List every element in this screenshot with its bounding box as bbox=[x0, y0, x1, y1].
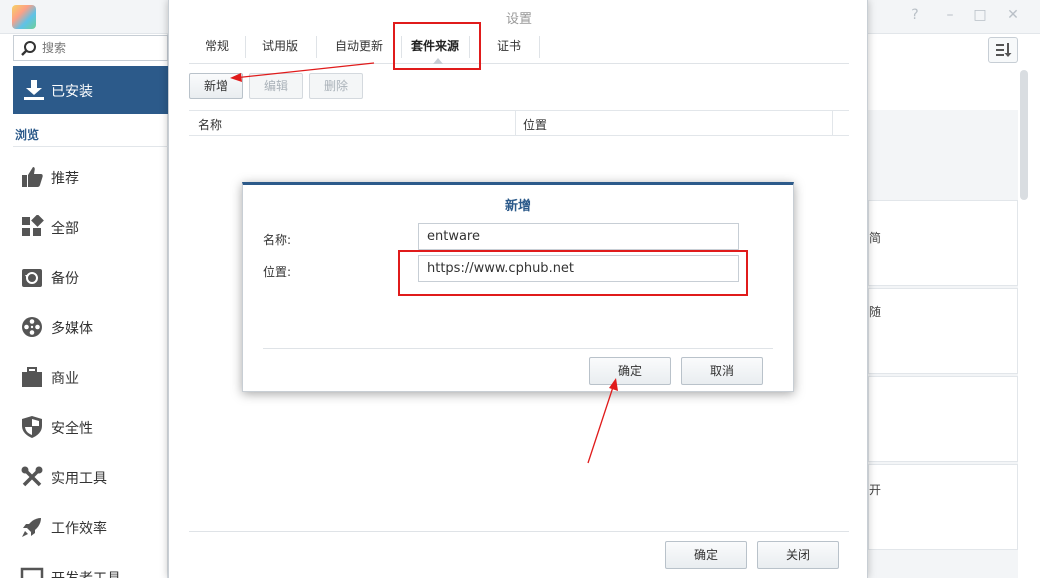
list-item[interactable]: 随 bbox=[868, 288, 1018, 374]
sources-table-header: 名称 位置 bbox=[189, 110, 849, 136]
list-item[interactable]: 开 bbox=[868, 464, 1018, 550]
rocket-icon bbox=[22, 518, 41, 537]
name-label: 名称: bbox=[263, 233, 292, 247]
search-icon bbox=[21, 41, 36, 56]
sidebar-item-label: 实用工具 bbox=[51, 471, 107, 487]
browse-section-label: 浏览 bbox=[15, 128, 40, 142]
briefcase-icon bbox=[22, 367, 42, 387]
name-field[interactable] bbox=[418, 223, 739, 250]
film-reel-icon bbox=[22, 317, 42, 337]
sidebar-item-backup[interactable]: 备份 bbox=[20, 262, 168, 292]
window-title: 设置 bbox=[505, 12, 532, 27]
sidebar-item-label: 开发者工具 bbox=[51, 568, 121, 578]
tab-separator bbox=[316, 36, 317, 58]
thumbs-up-icon bbox=[22, 167, 43, 187]
sidebar-item-business[interactable]: 商业 bbox=[20, 362, 168, 392]
delete-button[interactable]: 删除 bbox=[309, 73, 363, 99]
list-item[interactable]: 简 bbox=[868, 200, 1018, 286]
divider bbox=[263, 348, 773, 349]
highlight-box-location-field bbox=[398, 250, 748, 296]
maximize-icon[interactable]: □ bbox=[970, 7, 990, 23]
sort-icon bbox=[996, 43, 1012, 57]
package-description-fragment: 简 bbox=[869, 231, 882, 245]
sidebar-item-label: 已安装 bbox=[51, 84, 93, 100]
wrench-icon bbox=[21, 466, 43, 487]
column-divider bbox=[515, 111, 516, 135]
sidebar-item-security[interactable]: 安全性 bbox=[20, 412, 168, 442]
sidebar-item-installed[interactable]: 已安装 bbox=[13, 66, 168, 114]
sidebar-item-all[interactable]: 全部 bbox=[20, 212, 168, 242]
tab-trial[interactable]: 试用版 bbox=[251, 30, 309, 63]
sidebar-item-recommended[interactable]: 推荐 bbox=[20, 162, 168, 192]
settings-ok-button[interactable]: 确定 bbox=[665, 541, 747, 569]
tab-separator bbox=[245, 36, 246, 58]
column-divider bbox=[832, 111, 833, 135]
tab-general[interactable]: 常规 bbox=[193, 30, 241, 63]
tab-auto-update[interactable]: 自动更新 bbox=[323, 30, 395, 63]
package-center-logo-icon bbox=[12, 5, 36, 29]
tab-certificate[interactable]: 证书 bbox=[489, 30, 529, 63]
sidebar-item-label: 安全性 bbox=[51, 421, 93, 437]
settings-tabs: 常规 试用版 自动更新 套件来源 证书 bbox=[189, 30, 849, 64]
dialog-ok-button[interactable]: 确定 bbox=[589, 357, 671, 385]
scrollbar[interactable] bbox=[1020, 70, 1028, 200]
sidebar-item-label: 多媒体 bbox=[51, 321, 93, 337]
sidebar-item-label: 商业 bbox=[51, 371, 79, 387]
location-label: 位置: bbox=[263, 265, 292, 279]
terminal-icon bbox=[20, 567, 44, 578]
settings-close-button[interactable]: 关闭 bbox=[757, 541, 839, 569]
search-box[interactable] bbox=[13, 35, 168, 61]
column-header-name[interactable]: 名称 bbox=[198, 116, 222, 133]
sidebar-item-label: 备份 bbox=[51, 271, 79, 287]
sidebar-item-label: 工作效率 bbox=[51, 521, 107, 537]
package-center-sidebar: 已安装 浏览 推荐 全部 备份 bbox=[0, 34, 168, 578]
list-item[interactable] bbox=[868, 376, 1018, 462]
edit-button[interactable]: 编辑 bbox=[249, 73, 303, 99]
sidebar-item-label: 全部 bbox=[51, 221, 79, 237]
sidebar-item-multimedia[interactable]: 多媒体 bbox=[20, 312, 168, 342]
backup-icon bbox=[22, 269, 42, 287]
grid-icon bbox=[22, 215, 44, 236]
sidebar-item-productivity[interactable]: 工作效率 bbox=[20, 512, 168, 542]
column-header-location[interactable]: 位置 bbox=[523, 116, 547, 133]
download-icon bbox=[24, 80, 44, 100]
sidebar-item-developer-tools[interactable]: 开发者工具 bbox=[20, 562, 168, 578]
minimize-icon[interactable]: – bbox=[940, 7, 960, 23]
add-button[interactable]: 新增 bbox=[189, 73, 243, 99]
dialog-title: 新增 bbox=[504, 199, 531, 214]
close-icon[interactable]: ✕ bbox=[1003, 7, 1023, 23]
tab-separator bbox=[539, 36, 540, 58]
sidebar-item-label: 推荐 bbox=[51, 171, 79, 187]
package-description-fragment: 随 bbox=[869, 305, 882, 319]
divider bbox=[13, 146, 168, 147]
highlight-box-package-sources-tab bbox=[393, 22, 481, 70]
sort-button[interactable] bbox=[988, 37, 1018, 63]
package-description-fragment: 开 bbox=[869, 483, 882, 497]
shield-icon bbox=[22, 416, 42, 438]
divider bbox=[189, 531, 849, 532]
sidebar-item-utilities[interactable]: 实用工具 bbox=[20, 462, 168, 492]
dialog-cancel-button[interactable]: 取消 bbox=[681, 357, 763, 385]
help-icon[interactable]: ? bbox=[905, 7, 925, 23]
search-input[interactable] bbox=[42, 39, 162, 57]
